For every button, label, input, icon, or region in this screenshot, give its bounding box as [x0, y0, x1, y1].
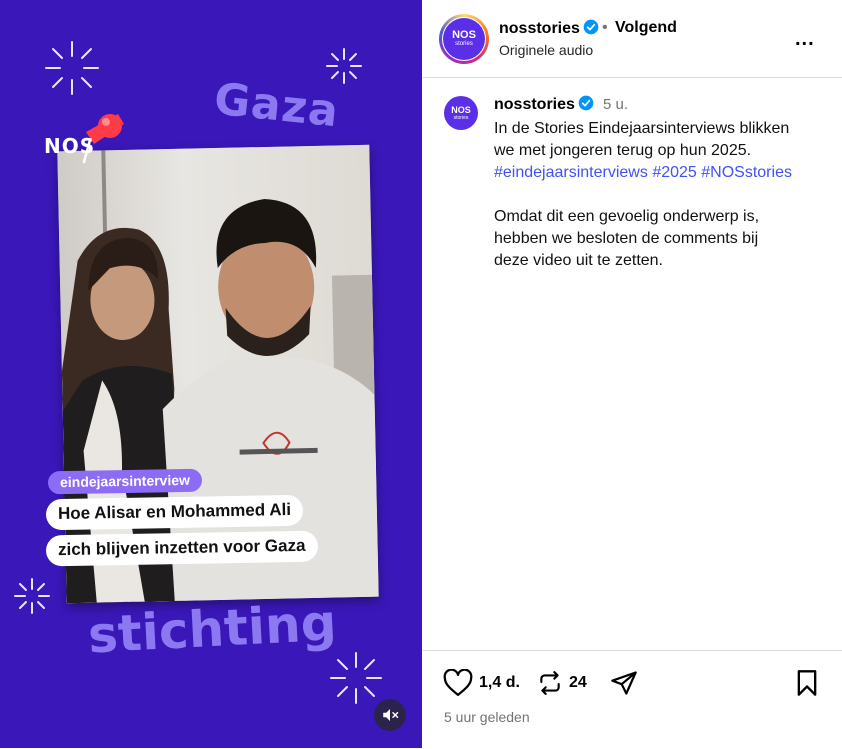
hashtag-link[interactable]: #2025: [652, 164, 697, 181]
story-avatar[interactable]: NOS stories: [439, 14, 489, 64]
category-tag: eindejaarsinterview: [47, 468, 203, 495]
separator-dot: •: [602, 19, 608, 36]
video-subtitle-line-2: zich blijven inzetten voor Gaza: [45, 530, 318, 567]
overlay-word-top: Gaza: [211, 73, 342, 138]
repost-count: 24: [569, 674, 587, 691]
verified-badge-icon: [583, 19, 599, 35]
post-actions: 1,4 d. 24 5 uur geleden: [423, 650, 842, 749]
following-button[interactable]: Volgend: [615, 19, 677, 37]
video-panel[interactable]: Gaza NOS stichting eindejaarsinterview H: [0, 0, 422, 748]
post-header: NOS stories nosstories • Volgend Origine…: [423, 0, 842, 78]
like-count: 1,4 d.: [479, 674, 520, 691]
audio-link[interactable]: Originele audio: [499, 42, 593, 58]
repost-icon: [540, 671, 560, 695]
avatar[interactable]: NOS stories: [444, 96, 478, 130]
sparkle-decoration-icon: [45, 41, 99, 95]
caption-time[interactable]: 5 u.: [603, 96, 628, 113]
hashtag-link[interactable]: #eindejaarsinterviews: [494, 164, 648, 181]
caption-username[interactable]: nosstories: [494, 95, 594, 114]
more-options-icon[interactable]: ...: [795, 28, 815, 51]
nos-logo: NOS: [44, 134, 96, 158]
save-button[interactable]: [795, 669, 819, 697]
avatar: NOS stories: [443, 18, 485, 60]
author-username[interactable]: nosstories: [499, 19, 599, 38]
send-icon: [611, 671, 637, 695]
overlay-word-bottom: stichting: [86, 593, 338, 665]
speaker-muted-icon: [383, 709, 399, 721]
verified-badge-icon: [578, 95, 594, 111]
repost-button[interactable]: 24: [537, 669, 587, 697]
like-button[interactable]: 1,4 d.: [443, 669, 520, 697]
video-subtitle-line-1: Hoe Alisar en Mohammed Ali: [45, 494, 304, 531]
sparkle-decoration-icon: [326, 48, 362, 84]
sparkle-decoration-icon: [14, 578, 50, 614]
post-timestamp[interactable]: 5 uur geleden: [444, 709, 530, 725]
caption-text: In de Stories Eindejaarsinterviews blikk…: [494, 120, 792, 269]
sparkle-decoration-icon: [330, 652, 382, 704]
heart-icon: [443, 669, 473, 696]
share-button[interactable]: [609, 669, 639, 697]
hashtag-link[interactable]: #NOSstories: [701, 164, 792, 181]
bookmark-icon: [797, 670, 817, 696]
mute-toggle-button[interactable]: [374, 699, 406, 731]
